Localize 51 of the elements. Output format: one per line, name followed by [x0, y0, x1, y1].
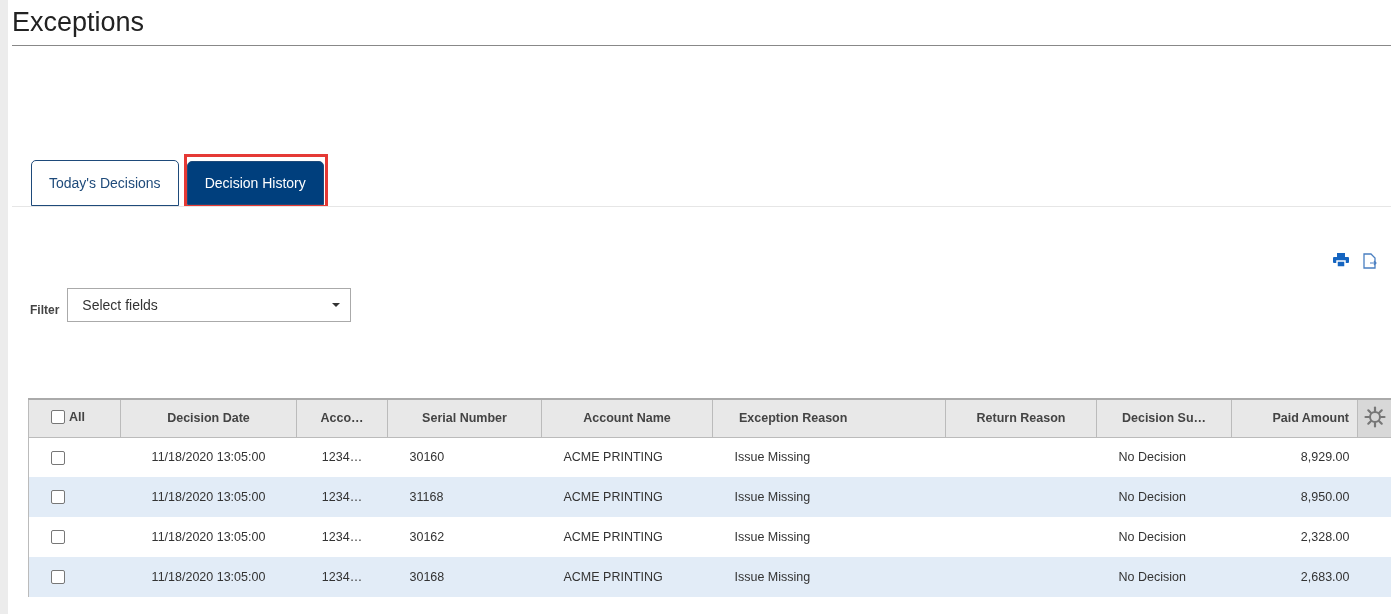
- column-header[interactable]: Decision Date: [120, 399, 297, 437]
- column-header[interactable]: Serial Number: [387, 399, 542, 437]
- table-cell: 8,950.00: [1300, 490, 1350, 504]
- table-cell: No Decision: [1118, 570, 1186, 584]
- row-checkbox[interactable]: [51, 490, 65, 505]
- table-cell: 11/18/2020 13:05:00: [151, 530, 266, 544]
- row-checkbox[interactable]: [51, 450, 65, 465]
- table-cell: Issue Missing: [734, 490, 811, 504]
- column-header[interactable]: Acco…: [296, 399, 388, 437]
- table-cell: 2,683.00: [1300, 570, 1350, 584]
- column-header[interactable]: Account Name: [541, 399, 713, 437]
- table-cell: 1234…: [321, 570, 363, 584]
- table-cell: 30160: [409, 450, 445, 465]
- all-label: All: [69, 409, 85, 424]
- table-cell: Issue Missing: [734, 530, 811, 544]
- table-cell: 31168: [409, 490, 444, 504]
- filter-label: Filter: [30, 302, 60, 317]
- table-cell: Issue Missing: [734, 450, 811, 465]
- column-header[interactable]: Exception Reason: [712, 399, 946, 437]
- table-cell: 30168: [409, 570, 445, 584]
- select-all-checkbox[interactable]: [51, 409, 65, 424]
- column-header[interactable]: Paid Amount: [1231, 399, 1358, 437]
- table-cell: No Decision: [1118, 450, 1186, 465]
- page-title: Exceptions: [12, 0, 1391, 46]
- table-cell: 11/18/2020 13:05:00: [151, 450, 266, 465]
- table-cell: No Decision: [1118, 530, 1186, 544]
- caret-icon: [332, 303, 341, 307]
- tab[interactable]: Today's Decisions: [31, 160, 179, 206]
- table-cell: 11/18/2020 13:05:00: [151, 570, 266, 584]
- table-cell: 1234…: [321, 490, 363, 504]
- table-cell: Issue Missing: [734, 570, 811, 584]
- table-cell: ACME PRINTING: [563, 490, 663, 504]
- table-cell: ACME PRINTING: [563, 450, 663, 465]
- export-icon[interactable]: [1363, 253, 1377, 269]
- column-header[interactable]: Decision Su…: [1096, 399, 1232, 437]
- row-checkbox[interactable]: [51, 530, 65, 545]
- tab[interactable]: Decision History: [186, 161, 324, 205]
- table-cell: ACME PRINTING: [563, 530, 663, 544]
- table-cell: 1234…: [321, 450, 363, 465]
- table-cell: 2,328.00: [1300, 530, 1350, 544]
- row-checkbox[interactable]: [51, 570, 65, 585]
- filter-dropdown[interactable]: Select fields: [67, 288, 352, 322]
- table-cell: 11/18/2020 13:05:00: [151, 490, 266, 504]
- table-cell: 30162: [409, 530, 445, 544]
- table-cell: 1234…: [321, 530, 363, 544]
- table-cell: No Decision: [1118, 490, 1186, 504]
- settings-icon[interactable]: [1363, 405, 1386, 428]
- column-header[interactable]: Return Reason: [945, 399, 1097, 437]
- table-cell: 8,929.00: [1300, 450, 1350, 465]
- print-icon[interactable]: [1333, 253, 1349, 267]
- table-cell: ACME PRINTING: [563, 570, 663, 584]
